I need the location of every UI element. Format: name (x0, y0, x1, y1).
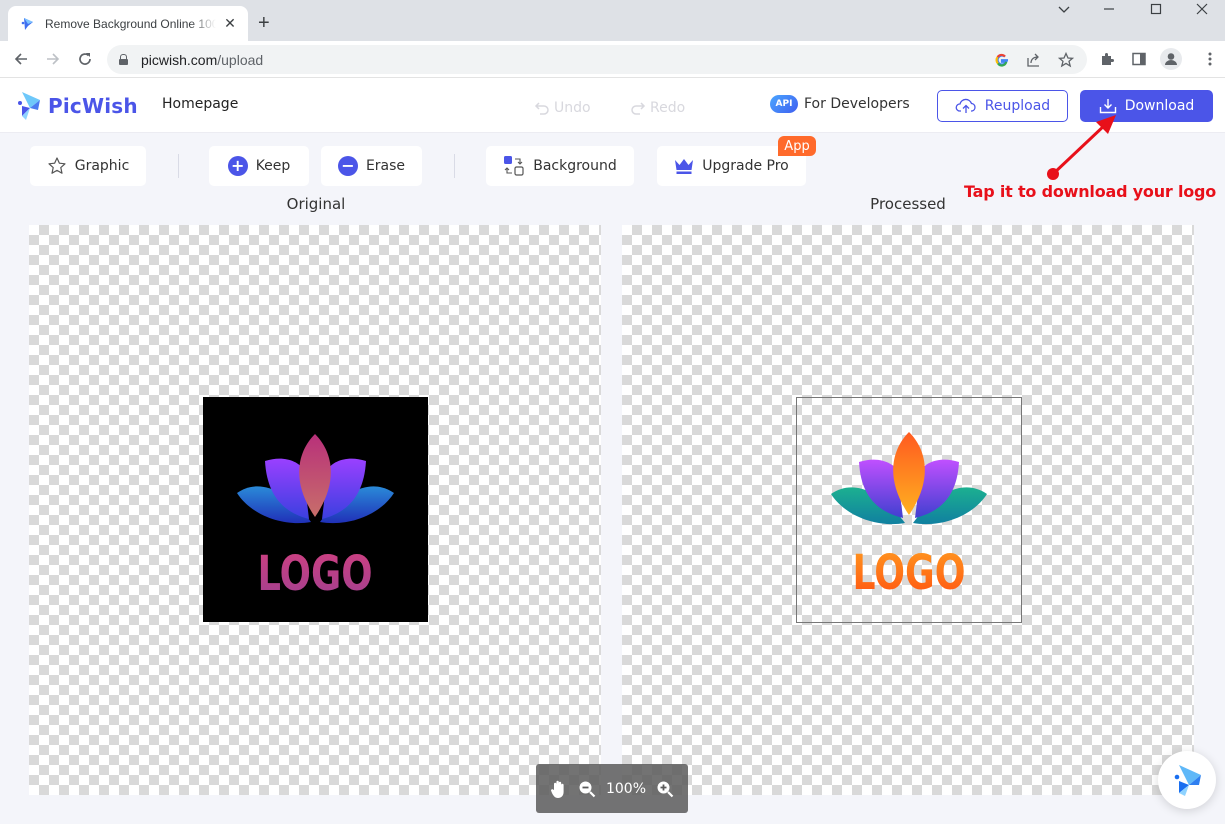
plus-circle-icon: + (227, 156, 248, 176)
upgrade-pro-label: Upgrade Pro (702, 158, 789, 174)
minimize-button[interactable] (1094, 2, 1124, 19)
close-window-button[interactable] (1187, 2, 1217, 19)
lotus-logo-processed: LOGO (831, 432, 987, 601)
for-developers-link[interactable]: API For Developers (770, 95, 910, 113)
logo-text-processed: LOGO (853, 545, 966, 601)
url-text: picwish.com/upload (141, 51, 264, 68)
brand-name: PicWish (48, 94, 138, 118)
zoom-level: 100% (605, 780, 647, 797)
tab-search-dropdown-icon[interactable] (1049, 2, 1079, 19)
picwish-bird-icon (1174, 765, 1201, 796)
address-bar[interactable]: picwish.com/upload (107, 45, 1087, 74)
redo-button[interactable]: Redo (630, 100, 685, 116)
reload-button[interactable] (74, 48, 96, 70)
zoom-toolbar: 100% (536, 764, 688, 813)
api-cloud-icon: API (770, 95, 798, 113)
download-hint-annotation: Tap it to download your logo (964, 182, 1217, 201)
forward-button[interactable] (42, 48, 64, 70)
erase-label: Erase (365, 158, 406, 174)
extensions-puzzle-icon[interactable] (1097, 49, 1117, 69)
lotus-logo-original: LOGO (237, 434, 394, 602)
logo-text-original: LOGO (258, 546, 373, 602)
download-label: Download (1124, 98, 1195, 114)
processed-image: LOGO (796, 397, 1022, 623)
browser-tab[interactable]: Remove Background Online 100% Free ✕ (8, 6, 248, 41)
for-developers-label: For Developers (804, 96, 910, 112)
hand-pan-icon[interactable] (550, 779, 568, 799)
star-outline-icon (48, 157, 66, 174)
browser-tabstrip: Remove Background Online 100% Free ✕ + (0, 0, 1225, 41)
zoom-out-icon[interactable] (578, 780, 596, 798)
keep-label: Keep (255, 158, 291, 174)
tab-close-icon[interactable]: ✕ (222, 16, 238, 32)
browser-toolbar: picwish.com/upload (0, 41, 1225, 78)
original-image: LOGO (203, 397, 428, 622)
share-icon[interactable] (1025, 51, 1043, 69)
graphic-label: Graphic (74, 158, 130, 174)
keep-tool-button[interactable]: + Keep (209, 146, 309, 186)
maximize-button[interactable] (1141, 2, 1171, 19)
tab-title: Remove Background Online 100% Free (45, 16, 216, 31)
toolbar-divider (178, 154, 179, 178)
new-tab-button[interactable]: + (258, 12, 270, 35)
swap-background-icon (504, 156, 524, 176)
original-label: Original (286, 195, 346, 213)
undo-label: Undo (554, 100, 591, 116)
nav-homepage[interactable]: Homepage (162, 96, 238, 112)
google-icon[interactable] (993, 51, 1011, 69)
crown-icon (675, 159, 694, 174)
background-label: Background (533, 158, 617, 174)
browser-menu-icon[interactable] (1200, 49, 1220, 69)
profile-avatar-icon[interactable] (1159, 47, 1183, 71)
back-button[interactable] (10, 48, 32, 70)
minus-circle-icon: − (337, 156, 358, 176)
zoom-in-icon[interactable] (656, 780, 674, 798)
picwish-favicon-icon (21, 17, 33, 30)
erase-tool-button[interactable]: − Erase (321, 146, 422, 186)
redo-label: Redo (650, 100, 686, 116)
annotation-arrow-icon (1047, 115, 1116, 180)
graphic-tool-button[interactable]: Graphic (30, 146, 146, 186)
lock-icon (119, 54, 128, 65)
app-badge: App (778, 136, 816, 156)
bookmark-star-icon[interactable] (1057, 51, 1075, 69)
picwish-logo-icon (18, 92, 40, 120)
toolbar-divider (454, 154, 455, 178)
side-panel-icon[interactable] (1129, 49, 1149, 69)
undo-icon (534, 102, 549, 115)
redo-icon (631, 102, 646, 115)
picwish-logo[interactable]: PicWish (16, 90, 138, 122)
undo-button[interactable]: Undo (534, 100, 591, 116)
background-tool-button[interactable]: Background (486, 146, 634, 186)
cloud-upload-icon (955, 98, 976, 113)
picwish-assistant-button[interactable] (1158, 751, 1216, 809)
